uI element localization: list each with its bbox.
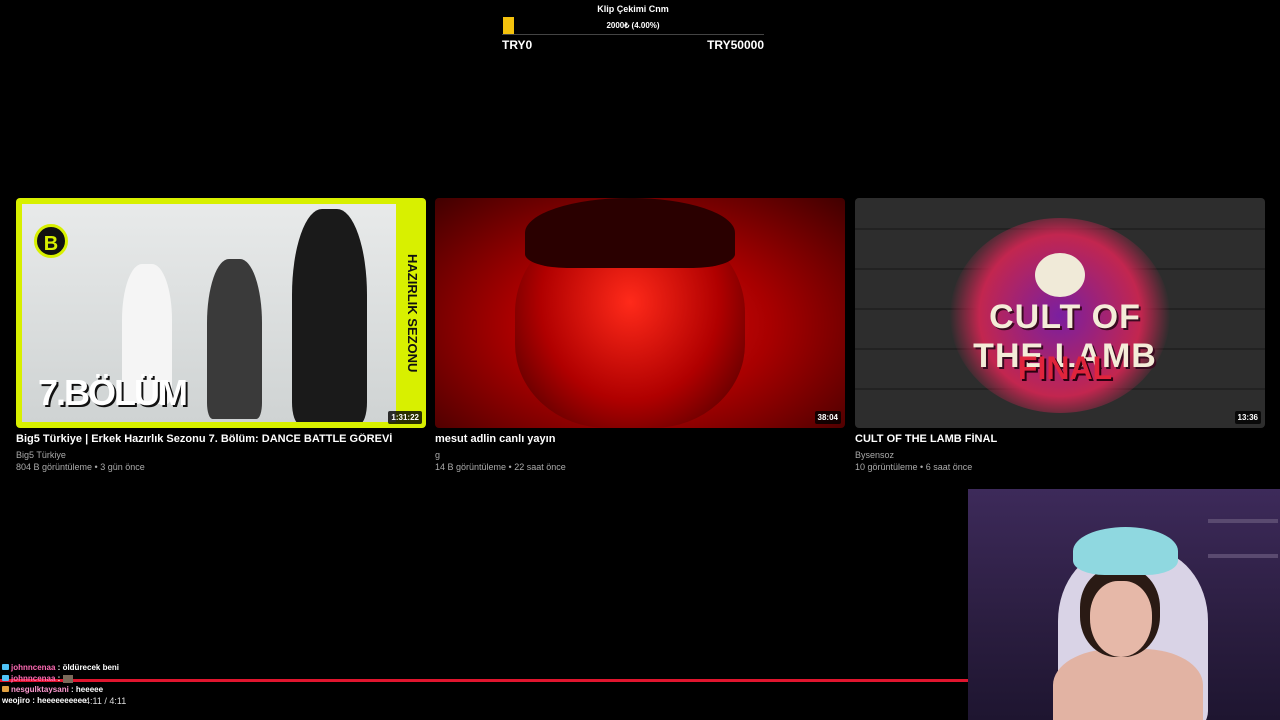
video-channel[interactable]: Bysensoz xyxy=(855,450,1265,460)
chat-separator: : xyxy=(55,663,63,672)
chat-username[interactable]: weojiro xyxy=(2,696,30,705)
chat-message: nesgulktaysani : heeeee xyxy=(2,684,322,695)
chat-separator: : xyxy=(68,685,76,694)
video-title[interactable]: CULT OF THE LAMB FİNAL xyxy=(855,433,1265,445)
video-channel[interactable]: g xyxy=(435,450,845,460)
person-figure xyxy=(292,209,367,422)
thumbnail-subtitle-text: FINAL xyxy=(1017,350,1113,386)
chat-emote-icon xyxy=(62,674,73,683)
video-thumbnail[interactable]: 38:04 xyxy=(435,198,845,428)
video-meta: 804 B görüntüleme • 3 gün önce xyxy=(16,462,145,472)
video-title[interactable]: mesut adlin canlı yayın xyxy=(435,433,845,445)
chat-text: heeeeeeeeee xyxy=(37,696,87,705)
goal-progress-track xyxy=(502,34,764,35)
thumbnail-hair xyxy=(525,198,735,268)
chat-separator: : xyxy=(55,674,63,683)
video-channel[interactable]: Big5 Türkiye xyxy=(16,450,426,460)
thumbnail-side-text: HAZIRLIK SEZONU xyxy=(405,253,420,373)
goal-title: Klip Çekimi Cnm xyxy=(597,4,669,14)
shelf xyxy=(1208,519,1278,523)
video-card[interactable]: B 7.BÖLÜM HAZIRLIK SEZONU 1:31:22 Big5 T… xyxy=(16,198,426,472)
goal-max-label: TRY50000 xyxy=(707,38,764,52)
video-thumbnail[interactable]: B 7.BÖLÜM HAZIRLIK SEZONU 1:31:22 xyxy=(16,198,426,428)
chat-text: heeeee xyxy=(75,685,104,694)
video-card[interactable]: 38:04 mesut adlin canlı yayın g 14 B gör… xyxy=(435,198,845,472)
shelf xyxy=(1208,554,1278,558)
thumbnail-episode-text: 7.BÖLÜM xyxy=(38,372,188,413)
donation-goal-widget: Klip Çekimi Cnm 2000₺ (4.00%) TRY0 TRY50… xyxy=(502,0,764,56)
video-card[interactable]: CULT OF THE LAMB FINAL 13:36 CULT OF THE… xyxy=(855,198,1265,472)
person-figure xyxy=(207,259,262,419)
video-duration: 38:04 xyxy=(814,411,841,424)
chat-username[interactable]: nesgulktaysani xyxy=(11,685,69,694)
chat-username[interactable]: johnncenaa xyxy=(11,674,55,683)
streamer-hat xyxy=(1073,527,1178,575)
chat-badge-icon xyxy=(2,664,9,670)
chat-badge-icon xyxy=(2,675,9,681)
chat-username[interactable]: johnncenaa xyxy=(11,663,55,672)
lamb-icon xyxy=(1035,253,1085,297)
chat-message: johnncenaa : öldürecek beni xyxy=(2,662,322,673)
chat-message: johnncenaa : xyxy=(2,673,322,684)
video-title[interactable]: Big5 Türkiye | Erkek Hazırlık Sezonu 7. … xyxy=(16,433,426,445)
video-duration: 1:31:22 xyxy=(388,411,422,424)
goal-value-text: 2000₺ (4.00%) xyxy=(606,21,660,30)
goal-min-label: TRY0 xyxy=(502,38,533,52)
chat-badge-icon xyxy=(2,686,9,692)
video-duration: 13:36 xyxy=(1234,411,1261,424)
big5-logo-icon: B xyxy=(34,224,68,258)
chat-text: öldürecek beni xyxy=(62,663,120,672)
chat-overlay: johnncenaa : öldürecek beni johnncenaa : … xyxy=(2,662,322,706)
video-meta: 14 B görüntüleme • 22 saat önce xyxy=(435,462,566,472)
video-meta: 10 görüntüleme • 6 saat önce xyxy=(855,462,973,472)
webcam-overlay xyxy=(968,489,1280,720)
streamer-face xyxy=(1090,581,1152,657)
thumbnail-image: B 7.BÖLÜM xyxy=(22,204,396,422)
streamer-body xyxy=(1053,649,1203,720)
video-thumbnail[interactable]: CULT OF THE LAMB FINAL 13:36 xyxy=(855,198,1265,428)
chat-message: weojiro : heeeeeeeeee xyxy=(2,695,322,706)
